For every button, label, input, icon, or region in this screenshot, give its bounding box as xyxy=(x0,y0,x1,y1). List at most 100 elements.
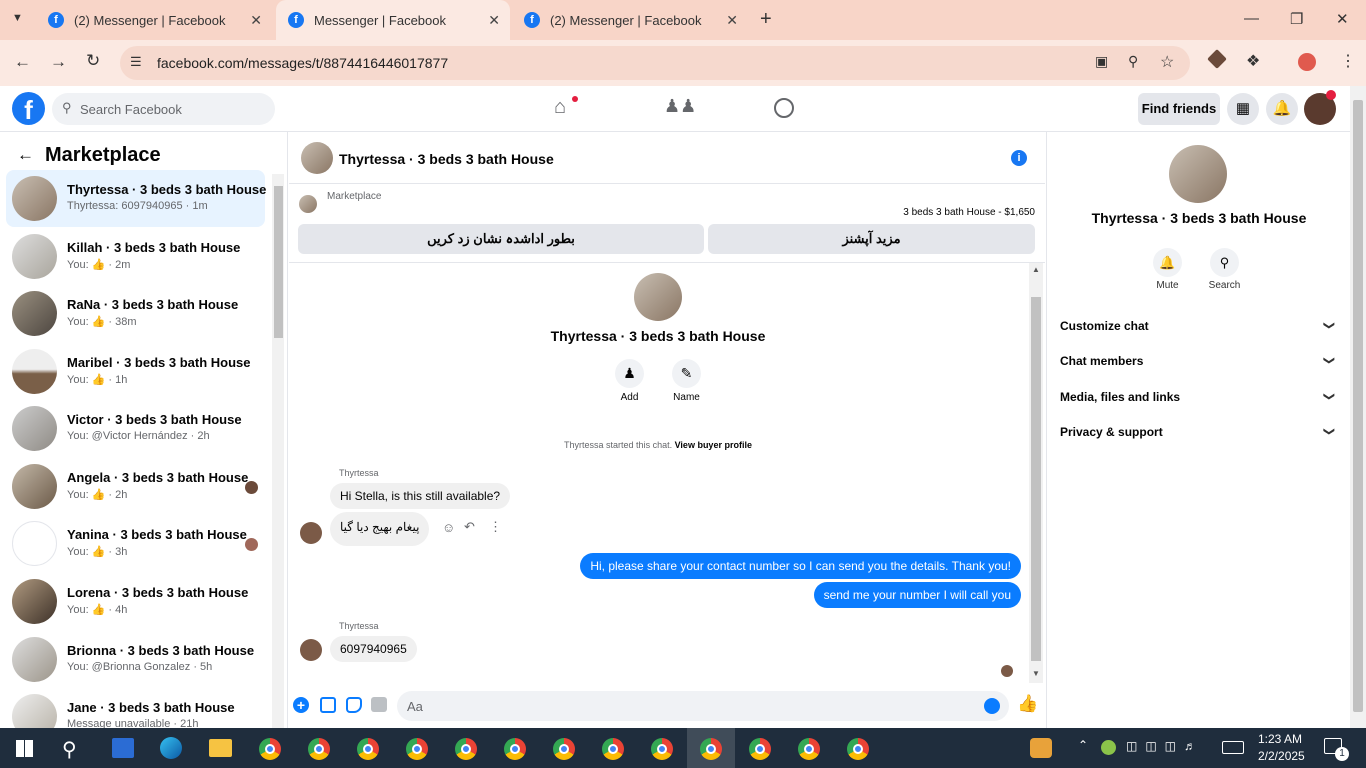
clock-date[interactable]: 2/2/2025 xyxy=(1258,749,1305,763)
add-button[interactable]: ♟ xyxy=(615,359,644,388)
menu-grid-icon[interactable]: ▦ xyxy=(1227,93,1259,125)
more-options-button[interactable]: مزید آپشنز xyxy=(708,224,1035,254)
chrome-taskbar-icon[interactable] xyxy=(749,738,771,760)
thread-scroll-thumb[interactable] xyxy=(1031,297,1041,661)
chevron-down-icon[interactable]: ❯ xyxy=(1323,356,1336,365)
weather-icon[interactable] xyxy=(1030,738,1052,758)
react-emoji-icon[interactable]: ☺ xyxy=(442,520,455,535)
extensions-puzzle-icon[interactable]: ❖ xyxy=(1246,51,1260,71)
file-explorer-icon[interactable] xyxy=(209,739,232,757)
close-tab-icon[interactable]: ✕ xyxy=(726,12,738,29)
incoming-message[interactable]: Hi Stella, is this still available? xyxy=(330,483,511,509)
conversation-item[interactable]: Yanina · 3 beds 3 bath House You: 👍 · 3h xyxy=(6,515,265,572)
windows-start-icon[interactable] xyxy=(16,740,33,757)
taskbar-search-icon[interactable]: ⚲ xyxy=(62,737,77,762)
view-buyer-profile-link[interactable]: View buyer profile xyxy=(675,440,752,450)
thread-scroll-up-icon[interactable]: ▲ xyxy=(1032,265,1040,274)
close-tab-icon[interactable]: ✕ xyxy=(250,12,262,29)
site-info-icon[interactable]: ☰ xyxy=(130,54,142,70)
new-tab-button[interactable]: + xyxy=(760,8,772,31)
info-icon[interactable]: i xyxy=(1011,150,1027,166)
chrome-taskbar-icon[interactable] xyxy=(651,738,673,760)
chrome-taskbar-icon[interactable] xyxy=(455,738,477,760)
chat-avatar[interactable] xyxy=(301,142,333,174)
minimize-icon[interactable]: — xyxy=(1244,10,1259,27)
store-icon[interactable] xyxy=(112,738,134,758)
extension-cube-icon[interactable] xyxy=(1207,49,1227,69)
chrome-taskbar-icon[interactable] xyxy=(700,738,722,760)
back-arrow-icon[interactable]: ← xyxy=(17,145,34,165)
chrome-taskbar-icon[interactable] xyxy=(406,738,428,760)
conversation-item[interactable]: Jane · 3 beds 3 bath House Message unava… xyxy=(6,688,265,728)
account-avatar[interactable] xyxy=(1304,90,1336,125)
browser-tab-1[interactable]: f (2) Messenger | Facebook ✕ xyxy=(36,0,272,40)
profile-avatar-icon[interactable] xyxy=(1298,53,1316,71)
close-tab-icon[interactable]: ✕ xyxy=(488,12,500,29)
tab-search-button[interactable]: ▼ xyxy=(12,12,23,24)
sticker-icon[interactable] xyxy=(346,697,362,713)
chrome-taskbar-icon[interactable] xyxy=(308,738,330,760)
customize-chat-section[interactable]: Customize chat xyxy=(1060,319,1149,333)
chevron-down-icon[interactable]: ❯ xyxy=(1323,427,1336,436)
page-scroll-thumb[interactable] xyxy=(1353,100,1363,712)
address-bar[interactable]: ☰ facebook.com/messages/t/88744164460178… xyxy=(120,46,1190,80)
conversation-item[interactable]: Victor · 3 beds 3 bath House You: @Victo… xyxy=(6,400,265,457)
facebook-search-input[interactable]: ⚲ Search Facebook xyxy=(52,93,275,125)
mute-button[interactable]: 🔔 xyxy=(1153,248,1182,277)
chrome-menu-icon[interactable]: ⋮ xyxy=(1340,51,1356,71)
keyboard-icon[interactable] xyxy=(1222,741,1244,754)
page-scrollbar[interactable] xyxy=(1350,86,1366,728)
media-files-links-section[interactable]: Media, files and links xyxy=(1060,390,1180,404)
more-actions-icon[interactable]: ⋮ xyxy=(489,519,502,535)
browser-tab-2[interactable]: f Messenger | Facebook ✕ xyxy=(276,0,510,40)
tray-app-icon[interactable] xyxy=(1101,740,1116,755)
browser-tab-3[interactable]: f (2) Messenger | Facebook ✕ xyxy=(512,0,748,40)
chrome-taskbar-icon[interactable] xyxy=(553,738,575,760)
facebook-logo[interactable]: f xyxy=(12,92,45,125)
chrome-taskbar-icon[interactable] xyxy=(259,738,281,760)
bookmark-star-icon[interactable]: ☆ xyxy=(1160,52,1174,72)
friends-icon[interactable]: ♟♟ xyxy=(664,96,696,117)
reply-icon[interactable]: ↶ xyxy=(464,519,475,535)
zoom-icon[interactable]: ⚲ xyxy=(1128,53,1138,70)
chrome-taskbar-icon[interactable] xyxy=(847,738,869,760)
incoming-message[interactable]: پیغام بھیج دیا گیا xyxy=(330,512,430,546)
conversation-item[interactable]: Angela · 3 beds 3 bath House You: 👍 · 2h xyxy=(6,458,265,515)
listing-thumbnail[interactable] xyxy=(299,195,317,213)
find-friends-button[interactable]: Find friends xyxy=(1138,93,1220,125)
conversation-item[interactable]: RaNa · 3 beds 3 bath House You: 👍 · 38m xyxy=(6,285,265,342)
tray-icons[interactable]: ◫◫◫♬ xyxy=(1126,739,1204,753)
conversation-item[interactable]: Maribel · 3 beds 3 bath House You: 👍 · 1… xyxy=(6,343,265,400)
incoming-message[interactable]: 6097940965 xyxy=(330,636,417,662)
tray-chevron-icon[interactable]: ⌃ xyxy=(1078,738,1088,752)
edge-icon[interactable] xyxy=(160,737,182,759)
name-button[interactable]: ✎ xyxy=(672,359,701,388)
emoji-icon[interactable] xyxy=(984,698,1000,714)
reload-icon[interactable]: ↻ xyxy=(86,51,100,71)
forward-icon[interactable]: → xyxy=(50,52,67,72)
notifications-bell-icon[interactable]: 🔔 xyxy=(1266,93,1298,125)
outgoing-message[interactable]: send me your number I will call you xyxy=(813,582,1021,608)
gif-icon[interactable] xyxy=(371,697,387,712)
sidebar-scrollbar[interactable] xyxy=(272,174,284,728)
privacy-support-section[interactable]: Privacy & support xyxy=(1060,425,1163,439)
conversation-item[interactable]: Killah · 3 beds 3 bath House You: 👍 · 2m xyxy=(6,228,265,285)
chevron-down-icon[interactable]: ❯ xyxy=(1323,321,1336,330)
chrome-taskbar-icon[interactable] xyxy=(504,738,526,760)
thread-scroll-down-icon[interactable]: ▼ xyxy=(1032,669,1040,678)
home-icon[interactable]: ⌂ xyxy=(554,96,578,119)
chrome-taskbar-icon[interactable] xyxy=(602,738,624,760)
clock-time[interactable]: 1:23 AM xyxy=(1258,732,1302,746)
back-icon[interactable]: ← xyxy=(14,52,31,72)
thumbs-up-icon[interactable]: 👍 xyxy=(1017,694,1038,714)
conversation-item[interactable]: Brionna · 3 beds 3 bath House You: @Brio… xyxy=(6,631,265,688)
conversation-item[interactable]: Lorena · 3 beds 3 bath House You: 👍 · 4h xyxy=(6,573,265,630)
outgoing-message[interactable]: Hi, please share your contact number so … xyxy=(580,553,1021,579)
restore-icon[interactable]: ❐ xyxy=(1290,10,1303,28)
message-input[interactable]: Aa xyxy=(397,691,1009,721)
chat-members-section[interactable]: Chat members xyxy=(1060,354,1143,368)
thread-scrollbar[interactable]: ▲ ▼ xyxy=(1029,263,1043,683)
chrome-taskbar-icon[interactable] xyxy=(798,738,820,760)
chat-title[interactable]: Thyrtessa · 3 beds 3 bath House xyxy=(339,151,554,167)
details-avatar[interactable] xyxy=(1169,145,1227,203)
